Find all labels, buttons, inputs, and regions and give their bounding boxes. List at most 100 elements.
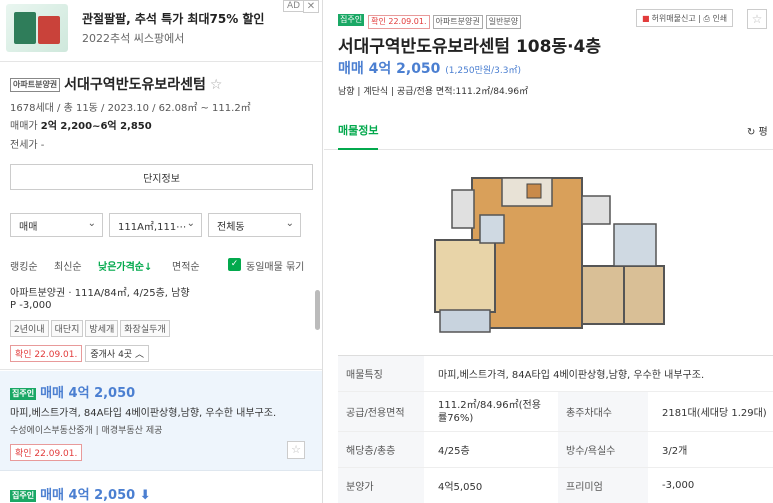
detail-tabs: 매물정보 ↻ 평: [324, 110, 773, 150]
listing-desc: 아파트분양권 · 111A/84㎡, 4/25층, 남향: [10, 288, 190, 299]
filter-bar: 매매 ⌄ 111A㎡,111⋯ ⌄ 전체동 ⌄: [0, 205, 322, 243]
table-row: 매물특징 마피,베스트가격, 84A타입 4베이판상형,남향, 우수한 내부구조…: [338, 356, 773, 392]
detail-price-value: 매매 4억 2,050: [338, 61, 441, 77]
listing-price: 매매 4억 2,050 ⬇: [40, 488, 151, 503]
detail-title: 서대구역반도유보라센텀 108동·4층: [338, 37, 602, 57]
ad-product-box-red: [38, 16, 60, 44]
complex-jeonse: 전세가 -: [10, 140, 45, 151]
favorite-star-icon[interactable]: ☆: [747, 9, 767, 29]
ad-close-icon[interactable]: ✕: [303, 0, 319, 13]
list-scrollbar[interactable]: [315, 290, 320, 330]
ad-title[interactable]: 관절팔팔, 추석 특가 최대75% 할인: [82, 10, 264, 27]
ad-image[interactable]: [6, 4, 68, 52]
dong-value: 전체동: [217, 221, 245, 233]
chip: 화장실두개: [120, 320, 170, 337]
confirm-date-badge: 확인 22.09.01.: [10, 444, 83, 461]
agents-toggle-button[interactable]: 중개사 4곳 ︿: [85, 345, 149, 362]
detail-meta: 남향 | 계단식 | 공급/전용 면적:111.2㎡/84.96㎡: [338, 87, 529, 97]
table-key: 공급/전용면적: [338, 392, 424, 431]
detail-tags: 집주인 확인 22.09.01. 아파트분양권 일반분양: [338, 9, 524, 29]
listing-item[interactable]: 아파트분양권 · 111A/84㎡, 4/25층, 남향 P -3,000 2년…: [0, 280, 322, 370]
listing-head: 집주인 매매 4억 2,050 ⬇: [10, 484, 151, 503]
table-row: 해당층/총층 4/25층 방수/욕실수 3/2개: [338, 432, 773, 468]
table-value: 111.2㎡/84.96㎡(전용률76%): [438, 399, 541, 424]
sort-rank[interactable]: 랭킹순: [10, 258, 38, 273]
ad-badge: AD: [283, 0, 305, 12]
chevron-down-icon: ⌄: [87, 218, 96, 229]
chevron-down-icon: ⌄: [186, 218, 195, 229]
table-value: -3,000: [662, 480, 695, 491]
report-print-buttons[interactable]: ■ 허위매물신고 | ⎙ 인쇄: [636, 9, 734, 27]
trade-type-select[interactable]: 매매 ⌄: [10, 213, 103, 237]
complex-price: 매매가 2억 2,200~6억 2,850: [10, 117, 152, 132]
table-key: 분양가: [338, 468, 424, 503]
table-key: 매물특징: [338, 356, 424, 391]
floor-plan-balcony: [439, 309, 491, 333]
group-listings-label[interactable]: 동일매물 묶기: [246, 258, 304, 273]
listing-agency[interactable]: 수성에이스부동산중개 | 매경부동산 제공: [10, 423, 162, 436]
confirm-tag: 확인 22.09.01.: [368, 15, 430, 29]
favorite-star-icon[interactable]: ☆: [287, 441, 305, 459]
sort-latest[interactable]: 최신순: [54, 258, 82, 273]
listing-footer: 확인 22.09.01.: [10, 441, 83, 461]
detail-panel: 집주인 확인 22.09.01. 아파트분양권 일반분양 ■ 허위매물신고 | ⎙ 인쇄…: [324, 0, 773, 503]
table-value: 4억5,050: [438, 482, 483, 493]
tab-listing-info[interactable]: 매물정보: [338, 122, 379, 150]
complex-price-value: 2억 2,200~6억 2,850: [40, 121, 152, 132]
sort-bar: 랭킹순 최신순 낮은가격순↓ 면적순 ✓ 동일매물 묶기: [0, 255, 322, 275]
listing-chips: 2년이내 대단지 방세개 화장실두개: [10, 317, 172, 337]
chip: 대단지: [50, 320, 84, 337]
ad-product-box-green: [14, 12, 36, 44]
chevron-down-icon: ⌄: [285, 218, 294, 229]
floor-plan-bath-1: [479, 214, 505, 244]
area-select[interactable]: 111A㎡,111⋯ ⌄: [109, 213, 202, 237]
floor-plan-room-left: [434, 239, 496, 313]
listing-price: 매매 4억 2,050: [40, 386, 136, 401]
complex-info-button[interactable]: 단지정보: [10, 164, 313, 190]
table-row: 분양가 4억5,050 프리미엄 -3,000: [338, 468, 773, 503]
floor-plan-room-mid: [581, 265, 625, 325]
owner-tag: 집주인: [338, 13, 365, 26]
type-tag: 아파트분양권: [432, 15, 483, 29]
confirm-date-badge: 확인 22.09.01.: [10, 345, 83, 362]
table-value: 마피,베스트가격, 84A타입 4베이판상형,남향, 우수한 내부구조.: [438, 370, 705, 381]
favorite-star-icon[interactable]: ☆: [210, 77, 223, 93]
ad-banner[interactable]: 관절팔팔, 추석 특가 최대75% 할인 2022추석 씨스팡에서 AD ✕: [0, 0, 322, 62]
complex-info: 1678세대 / 총 11동 / 2023.10 / 62.08㎡ ~ 111.…: [10, 103, 251, 114]
listing-item[interactable]: 집주인 매매 4억 2,050 ⬇: [0, 472, 322, 503]
sort-area[interactable]: 면적순: [172, 258, 200, 273]
ad-subtitle[interactable]: 2022추석 씨스팡에서: [82, 30, 184, 46]
floor-plan-room-right: [623, 265, 665, 325]
owner-tag: 집주인: [10, 489, 37, 502]
left-panel: 관절팔팔, 추석 특가 최대75% 할인 2022추석 씨스팡에서 AD ✕ 아…: [0, 0, 323, 503]
detail-price-unit: (1,250만원/3.3㎡): [445, 66, 521, 76]
group-checkbox-icon[interactable]: ✓: [228, 258, 241, 271]
floor-plan-image[interactable]: [432, 170, 667, 340]
table-value: 4/25층: [438, 446, 470, 457]
floor-plan-bath-2: [613, 223, 657, 267]
detail-price: 매매 4억 2,050 (1,250만원/3.3㎡): [338, 58, 521, 78]
tab-pyeong-toggle[interactable]: ↻ 평: [747, 123, 768, 138]
listing-item-selected[interactable]: 집주인 매매 4억 2,050 마피,베스트가격, 84A타입 4베이판상형,남향…: [0, 371, 322, 471]
table-key: 총주차대수: [558, 392, 648, 431]
listing-detail-table: 매물특징 마피,베스트가격, 84A타입 4베이판상형,남향, 우수한 내부구조…: [338, 355, 773, 503]
listing-premium: P -3,000: [10, 300, 52, 311]
sort-lowprice[interactable]: 낮은가격순↓: [98, 258, 152, 273]
table-value: 2181대(세대당 1.29대): [662, 408, 767, 419]
kind-tag: 일반분양: [485, 15, 522, 29]
floor-plan-table: [526, 183, 542, 199]
owner-tag: 집주인: [10, 387, 37, 400]
table-key: 방수/욕실수: [558, 432, 648, 467]
listing-desc: 마피,베스트가격, 84A타입 4베이판상형,남향, 우수한 내부구조.: [10, 408, 277, 419]
chip: 방세개: [85, 320, 119, 337]
table-row: 공급/전용면적 111.2㎡/84.96㎡(전용률76%) 총주차대수 2181…: [338, 392, 773, 432]
trade-type-value: 매매: [19, 221, 38, 233]
chip: 2년이내: [10, 320, 49, 337]
report-print-label[interactable]: 허위매물신고 | ⎙ 인쇄: [652, 13, 728, 24]
dong-select[interactable]: 전체동 ⌄: [208, 213, 301, 237]
table-key: 프리미엄: [558, 468, 648, 503]
report-icon: ■: [642, 13, 650, 23]
complex-name[interactable]: 서대구역반도유보라센텀: [64, 77, 206, 93]
area-value: 111A㎡,111⋯: [118, 221, 187, 233]
listing-footer: 확인 22.09.01. 중개사 4곳 ︿: [10, 342, 149, 362]
